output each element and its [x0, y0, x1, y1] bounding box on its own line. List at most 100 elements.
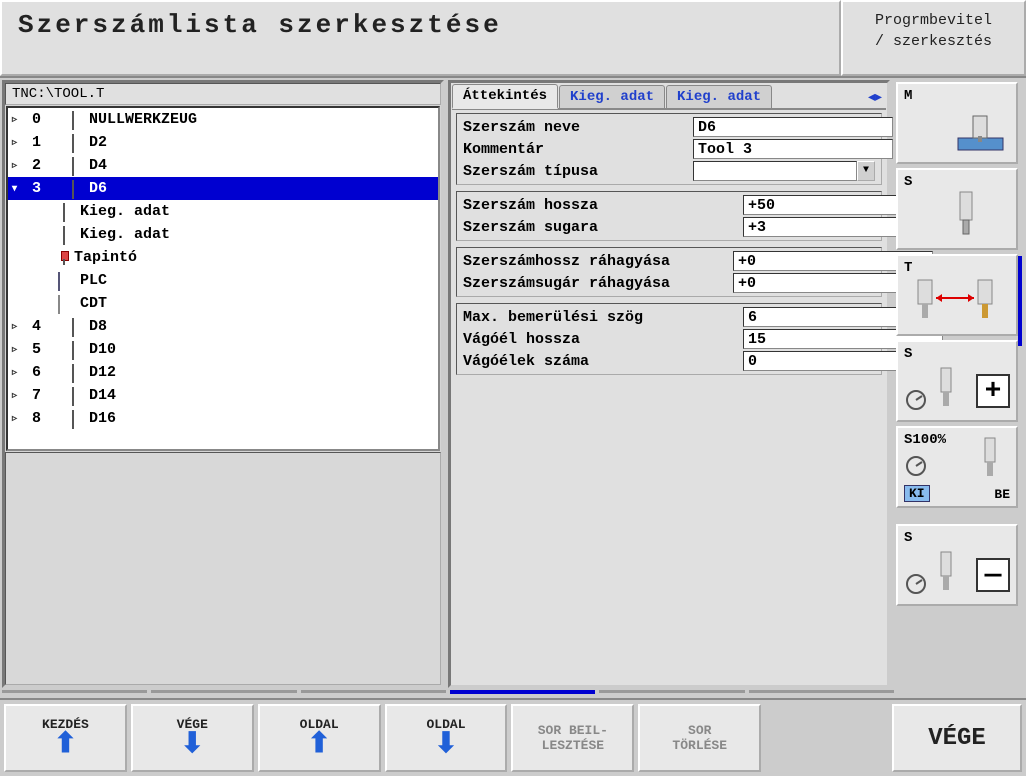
tool-icon	[978, 434, 1002, 484]
tool-name: Kieg. adat	[80, 203, 170, 220]
tool-name: Tapintó	[74, 249, 137, 266]
dropdown-icon[interactable]: ▼	[857, 161, 875, 181]
tree-row[interactable]: ▹2D4	[8, 154, 438, 177]
tool-name: D16	[89, 410, 116, 427]
side-s100-label: S100%	[904, 432, 946, 448]
tree-row[interactable]: ▹ 8 D16	[8, 407, 438, 430]
softkey-vege[interactable]: VÉGE	[892, 704, 1022, 772]
tab-overview[interactable]: Áttekintés	[452, 84, 558, 109]
softkey-insert-label2: LESZTÉSE	[542, 738, 604, 753]
side-s-button[interactable]: S	[896, 168, 1018, 250]
arrow-up-icon: ⬆	[54, 732, 77, 760]
side-t-button[interactable]: T	[896, 254, 1018, 336]
page-title: Szerszámlista szerkesztése	[0, 0, 841, 76]
cut-count-label: Vágóélek száma	[463, 353, 743, 370]
side-s3-label: S	[904, 530, 912, 546]
tool-number: 8	[32, 410, 67, 427]
expand-icon[interactable]: ▹	[12, 114, 22, 126]
softkey-delete-label1: SOR	[688, 723, 711, 738]
plus-icon[interactable]: +	[976, 374, 1010, 408]
side-s100-button[interactable]: S100% KI BE	[896, 426, 1018, 508]
softkey-insert-label1: SOR BEIL-	[538, 723, 608, 738]
tool-number: 6	[32, 364, 67, 381]
softkey-delete-row[interactable]: SOR TÖRLÉSE	[638, 704, 761, 772]
side-s-minus-button[interactable]: S —	[896, 524, 1018, 606]
tool-number: 2	[32, 157, 67, 174]
arrow-up-icon: ⬆	[307, 732, 330, 760]
expand-icon[interactable]: ▹	[12, 344, 22, 356]
tool-type-label: Szerszám típusa	[463, 163, 693, 180]
empty-area	[5, 452, 441, 685]
softkey-delete-label2: TÖRLÉSE	[672, 738, 727, 753]
softkey-insert-row[interactable]: SOR BEIL- LESZTÉSE	[511, 704, 634, 772]
expand-icon[interactable]: ▹	[12, 367, 22, 379]
dial-icon	[904, 388, 928, 412]
tool-type-select[interactable]	[693, 161, 857, 181]
tree-row[interactable]: PLC	[8, 269, 438, 292]
vege-label: VÉGE	[928, 725, 986, 752]
expand-icon[interactable]: ▹	[12, 160, 22, 172]
side-m-label: M	[904, 88, 912, 104]
tool-name: D14	[89, 387, 116, 404]
tool-change-icon	[908, 270, 1008, 330]
file-path: TNC:\TOOL.T	[5, 83, 441, 105]
tree-row[interactable]: Kieg. adat	[8, 223, 438, 246]
tool-name: NULLWERKZEUG	[89, 111, 197, 128]
side-s-plus-button[interactable]: S +	[896, 340, 1018, 422]
expand-icon[interactable]: ▹	[12, 413, 22, 425]
mode-indicator: Progrmbevitel / szerkesztés	[841, 0, 1026, 76]
be-indicator: BE	[994, 487, 1010, 502]
tool-name: D12	[89, 364, 116, 381]
ki-indicator: KI	[904, 485, 930, 502]
expand-icon[interactable]: ▹	[12, 321, 22, 333]
tree-row[interactable]: ▹5D10	[8, 338, 438, 361]
softkey-page-up[interactable]: OLDAL ⬆	[258, 704, 381, 772]
tree-row[interactable]: Tapintó	[8, 246, 438, 269]
mode-line-2: / szerkesztés	[857, 31, 1010, 52]
comment-label: Kommentár	[463, 141, 693, 158]
minus-icon[interactable]: —	[976, 558, 1010, 592]
tree-row[interactable]: ▹ 6 D12	[8, 361, 438, 384]
tree-row[interactable]: CDT	[8, 292, 438, 315]
radius-oversize-label: Szerszámsugár ráhagyása	[463, 275, 733, 292]
side-m-button[interactable]: M	[896, 82, 1018, 164]
dial-icon	[904, 454, 928, 478]
tool-icon	[934, 364, 958, 414]
tree-row[interactable]: ▹1D2	[8, 131, 438, 154]
expand-icon[interactable]: ▾	[12, 183, 22, 195]
tool-name: Kieg. adat	[80, 226, 170, 243]
tool-number: 0	[32, 111, 67, 128]
tree-row[interactable]: ▹ 4 D8	[8, 315, 438, 338]
dial-icon	[904, 572, 928, 596]
tool-name-field[interactable]	[693, 117, 893, 137]
expand-icon[interactable]: ▹	[12, 390, 22, 402]
tree-row[interactable]: ▾3D6	[8, 177, 438, 200]
tool-name: D8	[89, 318, 107, 335]
expand-icon[interactable]: ▹	[12, 137, 22, 149]
tab-scroll-icon[interactable]: ◂▸	[864, 87, 886, 108]
softkey-page-down[interactable]: OLDAL ⬇	[385, 704, 508, 772]
cut-length-label: Vágóél hossza	[463, 331, 743, 348]
spindle-icon	[946, 184, 986, 244]
arrow-down-icon: ⬇	[181, 732, 204, 760]
tab-kieg2[interactable]: Kieg. adat	[666, 85, 772, 108]
tool-name-label: Szerszám neve	[463, 119, 693, 136]
tool-number: 4	[32, 318, 67, 335]
machine-icon	[948, 108, 1008, 158]
tree-row[interactable]: ▹7D14	[8, 384, 438, 407]
tree-row[interactable]: Kieg. adat	[8, 200, 438, 223]
tool-tree[interactable]: ▹0NULLWERKZEUG▹1D2▹2D4▾3D6Kieg. adatKieg…	[6, 106, 440, 451]
tool-length-label: Szerszám hossza	[463, 197, 743, 214]
tool-name: D2	[89, 134, 107, 151]
softkey-end[interactable]: VÉGE ⬇	[131, 704, 254, 772]
tool-name: D6	[89, 180, 107, 197]
comment-field[interactable]	[693, 139, 893, 159]
tool-name: D10	[89, 341, 116, 358]
mode-line-1: Progrmbevitel	[857, 10, 1010, 31]
arrow-down-icon: ⬇	[434, 732, 457, 760]
tree-row[interactable]: ▹ 0 NULLWERKZEUG	[8, 108, 438, 131]
blue-marker	[1018, 256, 1022, 346]
tool-name: PLC	[80, 272, 107, 289]
softkey-start[interactable]: KEZDÉS ⬆	[4, 704, 127, 772]
tab-kieg1[interactable]: Kieg. adat	[559, 85, 665, 108]
